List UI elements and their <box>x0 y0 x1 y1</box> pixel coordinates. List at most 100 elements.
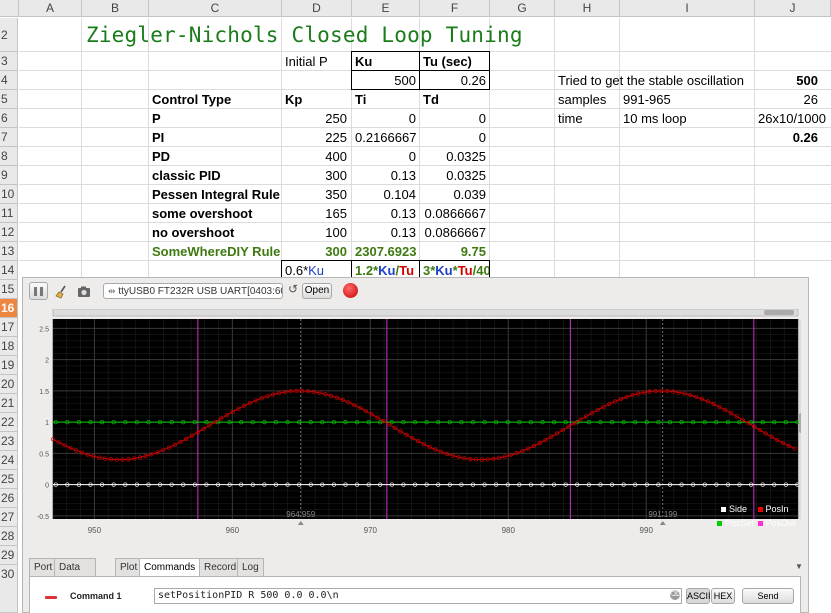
row-header[interactable]: 27 <box>0 508 18 527</box>
table-row-type[interactable]: PD <box>149 147 281 166</box>
scroll-down-arrow[interactable]: ▼ <box>795 562 803 571</box>
row-header[interactable]: 11 <box>0 204 18 223</box>
row-header[interactable]: 23 <box>0 432 18 451</box>
tu-value[interactable]: 0.26 <box>420 71 489 90</box>
column-header-f[interactable]: F <box>420 0 490 17</box>
tu-label[interactable]: Tu (sec) <box>420 52 489 71</box>
table-row-ti[interactable]: 0.13 <box>352 223 419 242</box>
snapshot-button[interactable] <box>74 282 93 300</box>
tab-data-format[interactable]: Data Format <box>54 558 96 590</box>
diy-row-td[interactable]: 9.75 <box>420 242 489 261</box>
samples-range[interactable]: 991-965 <box>620 90 754 109</box>
row-header[interactable]: 13 <box>0 242 18 261</box>
plot-area[interactable]: 950 960 970 980 990 -0.5 0 0.5 1 1.5 2 2.5 964.959 99… <box>29 309 801 544</box>
table-row-td[interactable]: 0.0866667 <box>420 223 489 242</box>
row-header[interactable]: 29 <box>0 546 18 565</box>
clear-input-icon[interactable]: ⌫ <box>670 590 680 600</box>
table-row-ti[interactable]: 0 <box>352 109 419 128</box>
time-label[interactable]: time <box>555 109 619 128</box>
row-header[interactable]: 30 <box>0 565 18 613</box>
table-row-kp[interactable]: 300 <box>282 166 350 185</box>
table-row-td[interactable]: 0.0325 <box>420 147 489 166</box>
time-formula[interactable]: 26x10/1000 <box>755 109 831 128</box>
row-header[interactable]: 10 <box>0 185 18 204</box>
open-button[interactable]: Open <box>302 283 332 299</box>
diy-row-type[interactable]: SomeWhereDIY Rule <box>149 242 281 261</box>
stable-oscillation-label[interactable]: Tried to get the stable oscillation <box>555 71 754 90</box>
column-header-b[interactable]: B <box>82 0 149 17</box>
column-header-e[interactable]: E <box>352 0 420 17</box>
table-row-ti[interactable]: 0.2166667 <box>352 128 419 147</box>
time-desc[interactable]: 10 ms loop <box>620 109 754 128</box>
row-header[interactable]: 5 <box>0 90 18 109</box>
row-header[interactable]: 20 <box>0 375 18 394</box>
column-header-a[interactable]: A <box>19 0 82 17</box>
tab-commands[interactable]: Commands <box>139 558 201 577</box>
table-row-type[interactable]: some overshoot <box>149 204 281 223</box>
column-header-j[interactable]: J <box>755 0 831 17</box>
table-row-kp[interactable]: 100 <box>282 223 350 242</box>
tab-log[interactable]: Log <box>237 558 264 576</box>
table-row-ti[interactable]: 0.13 <box>352 204 419 223</box>
row-header[interactable]: 15 <box>0 280 18 299</box>
row-header[interactable]: 2 <box>0 18 18 52</box>
hex-button[interactable]: HEX <box>711 588 735 604</box>
table-row-td[interactable]: 0.0866667 <box>420 204 489 223</box>
port-select[interactable]: ⇹ ttyUSB0 FT232R USB UART[0403:6001 <box>103 283 283 299</box>
row-header[interactable]: 24 <box>0 451 18 470</box>
row-header[interactable]: 14 <box>0 261 18 280</box>
send-button[interactable]: Send <box>742 588 794 604</box>
row-header[interactable]: 28 <box>0 527 18 546</box>
table-row-kp[interactable]: 165 <box>282 204 350 223</box>
row-header[interactable]: 3 <box>0 52 18 71</box>
stable-oscillation-value[interactable]: 500 <box>755 71 821 90</box>
column-header-d[interactable]: D <box>282 0 352 17</box>
table-row-ti[interactable]: 0.13 <box>352 166 419 185</box>
table-row-kp[interactable]: 350 <box>282 185 350 204</box>
pause-button[interactable] <box>29 282 48 300</box>
row-header[interactable]: 8 <box>0 147 18 166</box>
table-row-type[interactable]: PI <box>149 128 281 147</box>
table-row-ti[interactable]: 0.104 <box>352 185 419 204</box>
table-row-td[interactable]: 0 <box>420 128 489 147</box>
table-row-type[interactable]: classic PID <box>149 166 281 185</box>
command-name[interactable]: Command 1 <box>70 591 122 601</box>
initial-p-label[interactable]: Initial P <box>282 52 350 71</box>
table-row-type[interactable]: no overshoot <box>149 223 281 242</box>
diy-row-kp[interactable]: 300 <box>282 242 350 261</box>
clear-button[interactable] <box>52 282 71 300</box>
table-row-type[interactable]: Pessen Integral Rule <box>149 185 281 204</box>
row-header[interactable]: 17 <box>0 318 18 337</box>
column-header-i[interactable]: I <box>620 0 755 17</box>
column-header-h[interactable]: H <box>555 0 620 17</box>
table-row-kp[interactable]: 250 <box>282 109 350 128</box>
row-header[interactable]: 21 <box>0 394 18 413</box>
td-header[interactable]: Td <box>420 90 489 109</box>
table-row-type[interactable]: P <box>149 109 281 128</box>
table-row-kp[interactable]: 225 <box>282 128 350 147</box>
row-header[interactable]: 22 <box>0 413 18 432</box>
command-input[interactable]: setPositionPID R 500 0.0 0.0\n <box>154 588 682 604</box>
column-header-g[interactable]: G <box>490 0 555 17</box>
reload-icon[interactable]: ↺ <box>288 282 298 296</box>
samples-value[interactable]: 26 <box>755 90 821 109</box>
kp-header[interactable]: Kp <box>282 90 350 109</box>
row-header[interactable]: 18 <box>0 337 18 356</box>
plot-chart[interactable]: 950 960 970 980 990 -0.5 0 0.5 1 1.5 2 2.5 964.959 99… <box>29 309 801 544</box>
row-header[interactable]: 26 <box>0 489 18 508</box>
column-header-c[interactable]: C <box>149 0 282 17</box>
ku-value[interactable]: 500 <box>352 71 419 90</box>
samples-label[interactable]: samples <box>555 90 619 109</box>
row-header[interactable]: 6 <box>0 109 18 128</box>
record-icon[interactable] <box>343 283 358 298</box>
table-row-ti[interactable]: 0 <box>352 147 419 166</box>
row-header[interactable]: 9 <box>0 166 18 185</box>
ku-label[interactable]: Ku <box>352 52 419 71</box>
diy-row-ti[interactable]: 2307.6923 <box>352 242 419 261</box>
control-type-header[interactable]: Control Type <box>149 90 281 109</box>
remove-command-button[interactable] <box>45 596 57 599</box>
row-header[interactable]: 4 <box>0 71 18 90</box>
ti-header[interactable]: Ti <box>352 90 419 109</box>
row-header-selected[interactable]: 16 <box>0 299 18 318</box>
row-header[interactable]: 12 <box>0 223 18 242</box>
